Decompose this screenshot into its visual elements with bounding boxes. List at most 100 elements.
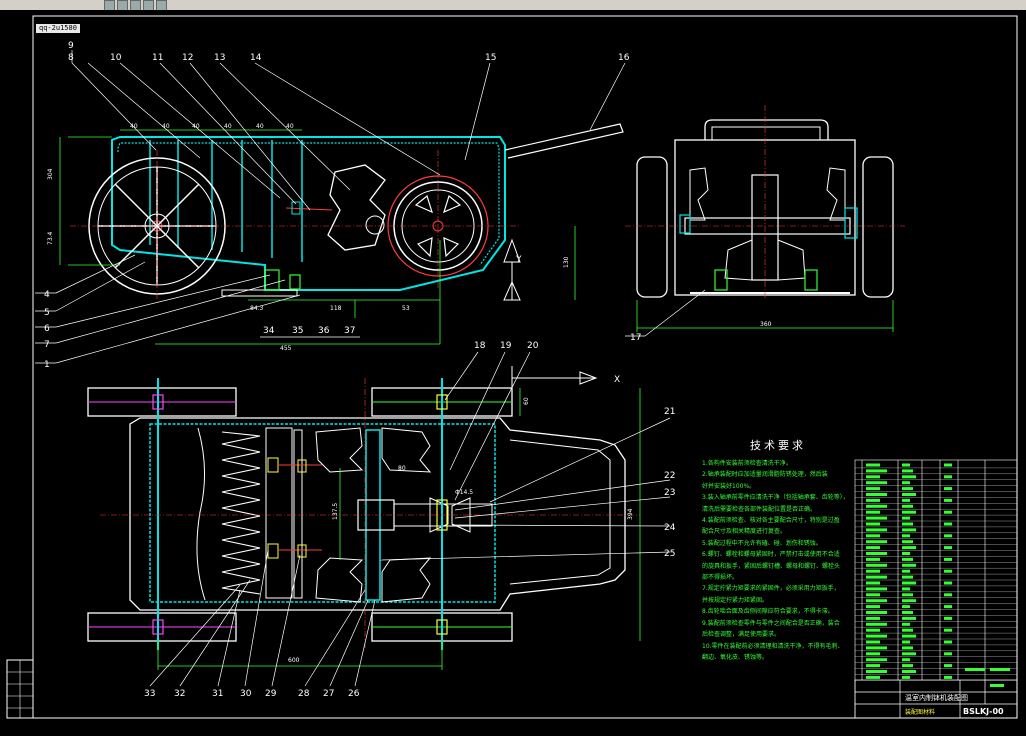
tech-requirement-line: 部不得损坏。 xyxy=(702,574,739,582)
parts-row-name xyxy=(866,463,880,467)
section-mark-x: X xyxy=(614,375,620,385)
parts-row-name xyxy=(866,493,887,496)
parts-row-code xyxy=(902,587,910,591)
parts-row-material xyxy=(944,664,952,668)
parts-row-material xyxy=(944,557,952,561)
parts-row-name xyxy=(866,540,887,544)
parts-row-name xyxy=(866,575,887,579)
label-17: 17 xyxy=(630,333,641,343)
parts-row-material xyxy=(944,534,952,538)
label-18: 18 xyxy=(474,341,486,351)
label-1: 1 xyxy=(44,360,50,370)
parts-row-code xyxy=(902,493,916,496)
label-27: 27 xyxy=(323,689,334,699)
parts-row-name xyxy=(866,546,880,550)
parts-row-code xyxy=(902,664,913,668)
side-wheel-left xyxy=(636,156,668,298)
drawing-svg: 40 40 40 40 40 40 304 73.4 84.3 118 53 130 455 xyxy=(6,15,1018,719)
label-15: 15 xyxy=(485,53,496,63)
parts-row-code xyxy=(902,640,910,644)
parts-row-code xyxy=(902,469,913,473)
svg-text:130: 130 xyxy=(563,256,570,268)
svg-text:118: 118 xyxy=(330,305,342,312)
parts-row-code xyxy=(902,463,910,467)
label-25: 25 xyxy=(664,549,675,559)
parts-row-code xyxy=(902,557,913,561)
tech-requirement-line: 翻边、氧化皮、锈蚀等。 xyxy=(702,653,769,661)
parts-row-name xyxy=(866,611,887,614)
tech-requirement-line: 9.装配前须检查零件与零件之间配合是否正确，装合 xyxy=(702,619,840,627)
parts-row-name xyxy=(866,616,880,620)
title-block-marks xyxy=(965,668,1010,687)
svg-text:304: 304 xyxy=(47,168,54,180)
tech-requirement-line: 4.装配前须检查、核对各主要配合尺寸，特别是过盈 xyxy=(702,517,840,525)
label-22: 22 xyxy=(664,471,675,481)
parts-row-name xyxy=(866,599,887,603)
parts-row-code xyxy=(902,593,913,597)
parts-row-code xyxy=(902,622,910,626)
parts-row-code xyxy=(902,675,910,679)
parts-row-material xyxy=(944,605,952,609)
parts-row-code xyxy=(902,504,913,508)
parts-row-name xyxy=(866,640,880,644)
label-4: 4 xyxy=(44,290,50,300)
svg-text:40: 40 xyxy=(256,123,264,130)
label-19: 19 xyxy=(500,341,512,351)
parts-row-name xyxy=(866,510,880,514)
parts-row-name xyxy=(866,658,887,662)
parts-row-code xyxy=(902,510,916,514)
parts-row-code xyxy=(902,599,916,603)
parts-row-name xyxy=(866,534,880,538)
label-6: 6 xyxy=(44,324,50,334)
cam xyxy=(327,164,386,251)
svg-text:53: 53 xyxy=(402,305,410,312)
title-block-material: 装配图材料 xyxy=(905,709,936,716)
tech-requirement-line: 8.齿轮啮合面及齿侧间隙应符合要求，不得卡滞。 xyxy=(702,608,834,616)
parts-row-name xyxy=(866,516,887,520)
label-12: 12 xyxy=(182,53,193,63)
label-9: 9 xyxy=(68,41,74,51)
parts-row-code xyxy=(902,646,913,650)
parts-row-code xyxy=(902,498,910,502)
label-5: 5 xyxy=(44,308,50,318)
parts-row-name xyxy=(866,481,887,485)
parts-row-code xyxy=(902,475,916,479)
parts-row-material xyxy=(944,652,952,656)
parts-list-rows xyxy=(855,463,1017,681)
parts-row-code xyxy=(902,481,910,485)
label-32: 32 xyxy=(174,689,185,699)
parts-row-name xyxy=(866,634,887,638)
parts-row-code xyxy=(902,628,913,632)
tech-requirement-line: 10.零件在装配前必须清理和清洗干净，不得有毛刺、 xyxy=(702,642,844,650)
label-10: 10 xyxy=(110,53,122,63)
parts-row-name xyxy=(866,569,880,573)
parts-row-code xyxy=(902,540,913,544)
top-part-labels: 18 19 20 21 22 23 24 25 33 32 31 30 29 2… xyxy=(144,341,676,699)
label-8: 8 xyxy=(68,53,74,63)
parts-row-name xyxy=(866,528,887,532)
tech-requirement-line: 配合尺寸及相关精度进行复查。 xyxy=(702,528,787,536)
svg-text:600: 600 xyxy=(288,657,300,664)
parts-row-material xyxy=(944,510,952,514)
tech-requirement-line: 5.装配过程中不允许有磕、碰、划伤和锈蚀。 xyxy=(702,539,822,547)
parts-row-code xyxy=(902,658,910,662)
tech-requirement-line: 后检查调整，满足使用要求。 xyxy=(702,631,781,639)
label-30: 30 xyxy=(240,689,252,699)
parts-row-material xyxy=(944,546,952,550)
parts-row-material xyxy=(944,487,952,491)
label-28: 28 xyxy=(298,689,310,699)
svg-text:360: 360 xyxy=(760,321,772,328)
front-leaders xyxy=(35,50,626,364)
parts-row-code xyxy=(902,616,916,620)
label-33: 33 xyxy=(144,689,155,699)
parts-row-name xyxy=(866,652,880,656)
parts-row-name xyxy=(866,670,887,673)
parts-row-code xyxy=(902,569,910,573)
svg-text:60: 60 xyxy=(523,397,530,405)
parts-row-material xyxy=(944,569,952,573)
side-view: 360 xyxy=(625,105,905,337)
parts-row-name xyxy=(866,646,887,650)
parts-row-code xyxy=(902,528,916,532)
label-29: 29 xyxy=(265,689,277,699)
parts-row-name xyxy=(866,498,880,502)
